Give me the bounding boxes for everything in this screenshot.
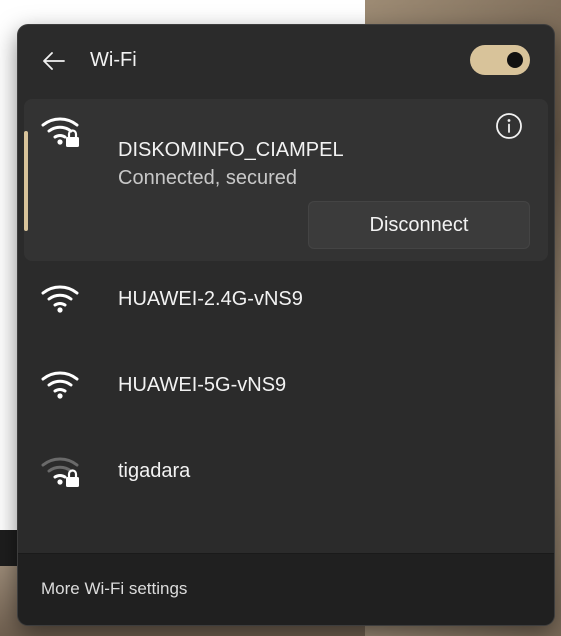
network-item-connected[interactable]: DISKOMINFO_CIAMPEL Connected, secured Di… <box>24 99 548 261</box>
wifi-flyout-panel: Wi-Fi DISKOMINFO_CIAMPEL Connected, secu… <box>18 25 554 625</box>
back-arrow-icon <box>43 52 65 70</box>
selection-indicator <box>24 131 28 231</box>
info-icon <box>496 113 522 139</box>
wifi-header: Wi-Fi <box>18 25 554 97</box>
network-status: Connected, secured <box>118 167 298 189</box>
network-name: HUAWEI-2.4G-vNS9 <box>118 288 303 310</box>
wifi-secured-icon <box>41 117 79 147</box>
network-name: HUAWEI-5G-vNS9 <box>118 374 287 396</box>
disconnect-button[interactable]: Disconnect <box>308 201 530 249</box>
network-item[interactable]: HUAWEI-5G-vNS9 <box>24 351 548 421</box>
network-name: DISKOMINFO_CIAMPEL <box>118 139 344 161</box>
wifi-weak-secured-icon <box>41 457 79 487</box>
network-item[interactable]: HUAWEI-2.4G-vNS9 <box>24 265 548 335</box>
network-name: tigadara <box>118 460 191 482</box>
network-item[interactable]: tigadara <box>24 437 548 507</box>
wifi-footer: More Wi-Fi settings <box>18 553 554 625</box>
wifi-icon <box>41 371 79 399</box>
page-title: Wi-Fi <box>90 49 137 71</box>
more-wifi-settings-link[interactable]: More Wi-Fi settings <box>41 579 187 599</box>
wifi-icon <box>41 285 79 313</box>
wifi-toggle[interactable] <box>470 45 530 75</box>
toggle-knob <box>507 52 523 68</box>
network-properties-button[interactable] <box>494 111 524 141</box>
back-button[interactable] <box>38 47 70 75</box>
